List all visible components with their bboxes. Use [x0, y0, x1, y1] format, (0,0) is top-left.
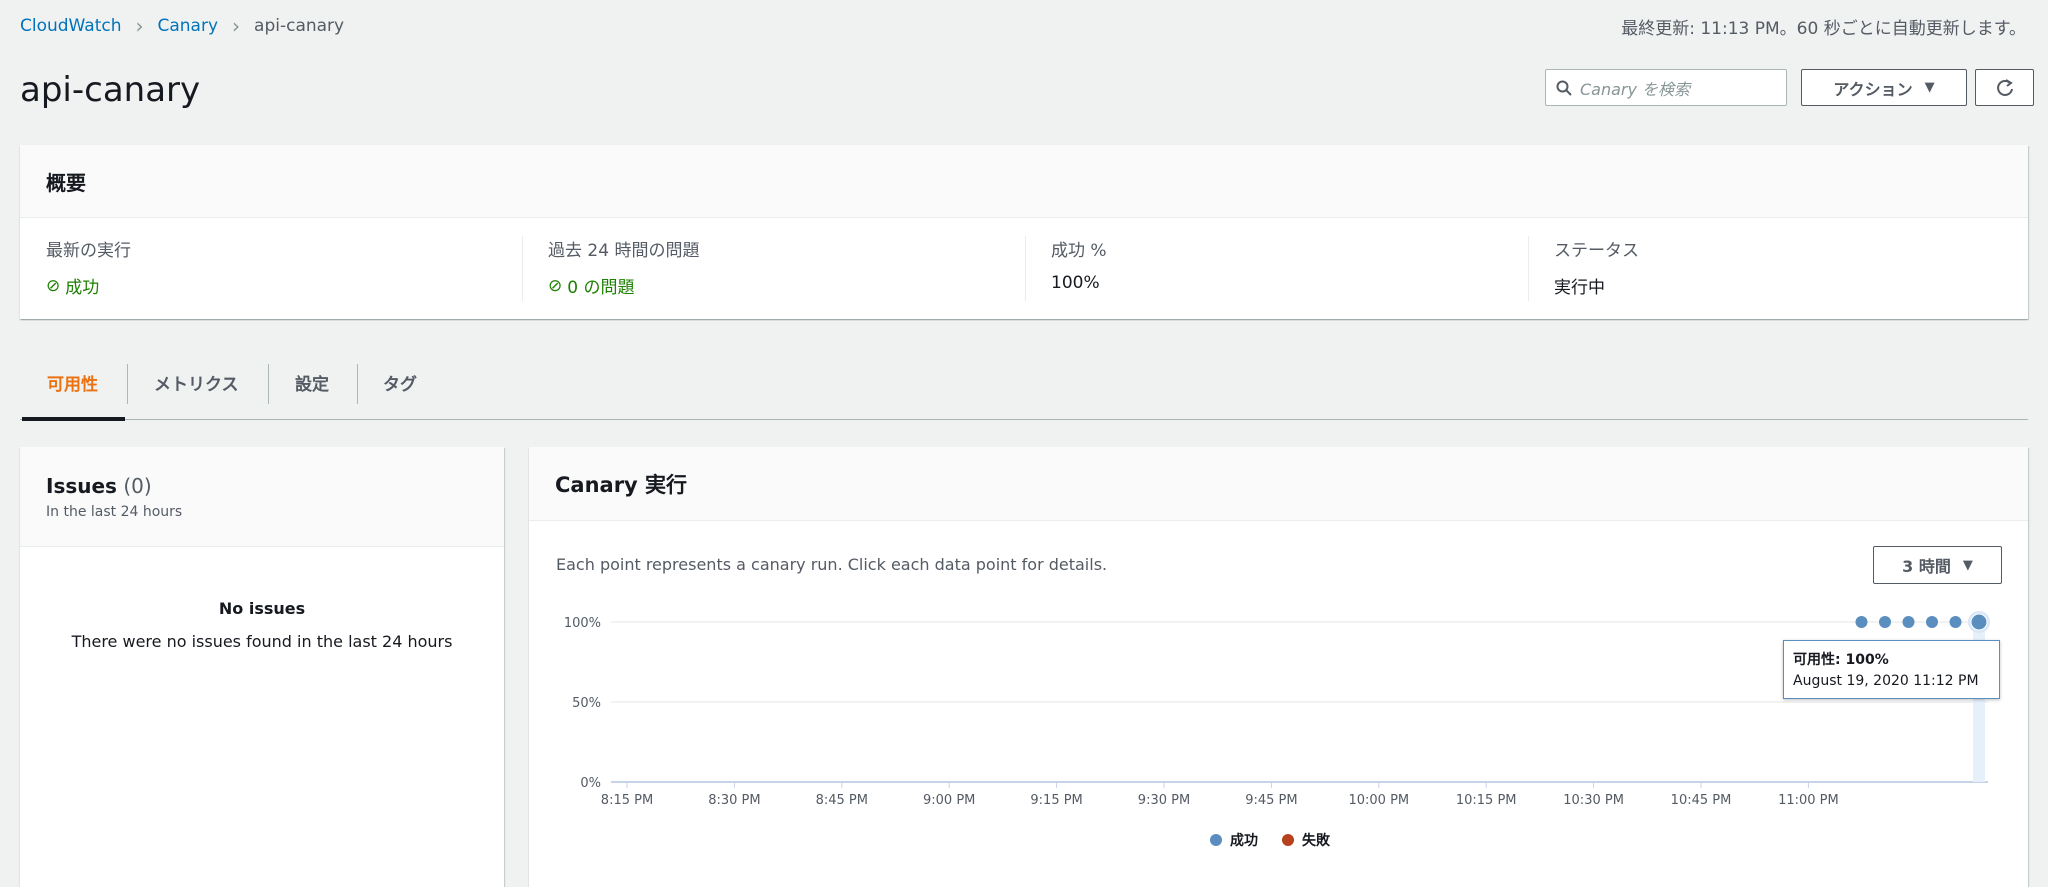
chart-legend: 成功 失敗	[1210, 830, 1330, 850]
tab-tags[interactable]: タグ	[383, 370, 417, 395]
data-point	[1949, 616, 1962, 628]
issues-panel: Issues (0) In the last 24 hours No issue…	[20, 447, 504, 887]
check-circle-icon: ⊘	[548, 275, 563, 296]
overview-latest-run: 最新の実行 ⊘ 成功	[20, 218, 157, 319]
value: 成功	[65, 278, 100, 298]
label: 成功 %	[1051, 241, 1107, 261]
search-input[interactable]: Canary を検索	[1545, 69, 1787, 106]
breadcrumb-cloudwatch[interactable]: CloudWatch	[20, 16, 122, 36]
value: 100%	[1051, 273, 1100, 293]
tab-settings[interactable]: 設定	[295, 370, 329, 395]
tab-availability[interactable]: 可用性	[47, 370, 98, 395]
x-tick-label: 9:00 PM	[923, 793, 975, 808]
x-tick-label: 8:30 PM	[708, 793, 760, 808]
label: 過去 24 時間の問題	[548, 241, 700, 261]
x-tick-label: 10:30 PM	[1563, 793, 1624, 808]
data-point	[1855, 616, 1868, 628]
breadcrumb-current: api-canary	[254, 16, 345, 36]
tooltip-time: August 19, 2020 11:12 PM	[1793, 673, 1979, 689]
chart-description: Each point represents a canary run. Clic…	[556, 555, 1108, 574]
x-tick-label: 10:45 PM	[1671, 793, 1732, 808]
label: ステータス	[1554, 241, 1639, 261]
data-point	[1902, 616, 1915, 628]
x-tick-label: 10:15 PM	[1456, 793, 1517, 808]
search-icon	[1556, 80, 1572, 96]
overview-issues: 過去 24 時間の問題 ⊘ 0 の問題	[522, 218, 725, 319]
time-range-label: 3 時間	[1902, 557, 1951, 576]
overview-status: ステータス 実行中	[1528, 218, 1665, 319]
y-tick-label: 50%	[572, 696, 601, 711]
data-point	[1879, 616, 1891, 628]
x-tick-label: 9:30 PM	[1138, 793, 1190, 808]
chart-tooltip: 可用性: 100% August 19, 2020 11:12 PM	[1783, 640, 2000, 699]
x-tick-label: 11:00 PM	[1778, 793, 1839, 808]
actions-button[interactable]: アクション ▼	[1801, 69, 1967, 106]
no-issues-title: No issues	[218, 599, 306, 618]
x-tick-label: 8:15 PM	[601, 793, 653, 808]
overview-panel: 概要 最新の実行 ⊘ 成功 過去 24 時間の問題 ⊘ 0 の問題 成功 % 100…	[20, 145, 2028, 319]
value: 実行中	[1554, 278, 1605, 298]
tab-metrics[interactable]: メトリクス	[154, 370, 239, 395]
canary-runs-title: Canary 実行	[529, 447, 2028, 521]
label: 最新の実行	[46, 241, 131, 261]
breadcrumb-canary[interactable]: Canary	[158, 16, 219, 36]
legend-label: 失敗	[1302, 833, 1330, 849]
legend-label: 成功	[1230, 833, 1258, 849]
issues-subtitle: In the last 24 hours	[46, 503, 183, 520]
check-circle-icon: ⊘	[46, 275, 61, 296]
overview-success-rate: 成功 % 100%	[1025, 218, 1133, 319]
legend-failure[interactable]: 失敗	[1282, 830, 1330, 850]
x-tick-label: 9:45 PM	[1245, 793, 1297, 808]
data-point	[1926, 616, 1938, 628]
refresh-icon	[1996, 78, 2013, 96]
actions-label: アクション	[1833, 79, 1913, 99]
no-issues-text: There were no issues found in the last 2…	[71, 632, 453, 651]
last-updated-text: 最終更新: 11:13 PM。60 秒ごとに自動更新します。	[1621, 19, 2026, 39]
overview-title: 概要	[20, 145, 2028, 218]
chevron-right-icon: ›	[232, 14, 241, 38]
breadcrumb: CloudWatch › Canary › api-canary	[20, 14, 344, 38]
x-tick-label: 9:15 PM	[1030, 793, 1082, 808]
y-tick-label: 0%	[580, 776, 601, 791]
refresh-button[interactable]	[1975, 69, 2034, 106]
legend-success[interactable]: 成功	[1210, 830, 1258, 850]
tooltip-title: 可用性: 100%	[1793, 652, 1889, 668]
value[interactable]: 0 の問題	[567, 273, 634, 298]
x-tick-label: 8:45 PM	[816, 793, 868, 808]
caret-down-icon: ▼	[1924, 80, 1935, 95]
data-point	[1970, 613, 1988, 631]
page-title: api-canary	[20, 70, 201, 110]
issues-title: Issues	[46, 473, 117, 498]
search-placeholder: Canary を検索	[1580, 79, 1691, 99]
active-tab-indicator	[22, 417, 125, 421]
chevron-right-icon: ›	[135, 14, 144, 38]
y-tick-label: 100%	[564, 616, 601, 631]
caret-down-icon: ▼	[1962, 557, 1973, 573]
time-range-select[interactable]: 3 時間 ▼	[1873, 546, 2002, 584]
x-tick-label: 10:00 PM	[1348, 793, 1409, 808]
issues-count: (0)	[123, 473, 152, 498]
